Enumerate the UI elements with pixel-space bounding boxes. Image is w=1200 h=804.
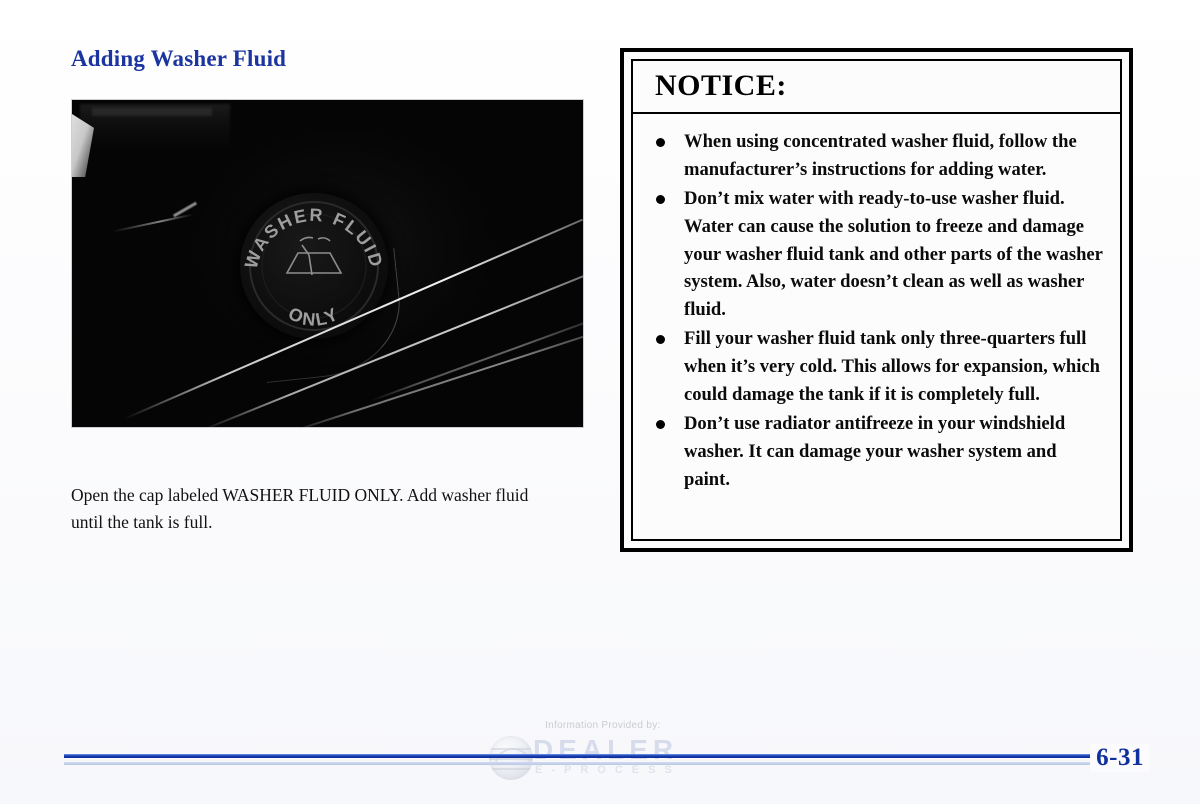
footer-rule-secondary [64,762,1136,765]
notice-bullet-item: Don’t mix water with ready-to-use washer… [651,185,1104,324]
notice-bullet-text: Don’t use radiator antifreeze in your wi… [684,412,1066,490]
bullet-icon [656,138,665,147]
notice-bullet-item: Fill your washer fluid tank only three-q… [651,325,1104,409]
notice-bullet-text: Don’t mix water with ready-to-use washer… [684,187,1103,321]
footer-rule-primary [64,754,1136,758]
notice-bullet-list: When using concentrated washer fluid, fo… [651,128,1104,494]
page-number: 6-31 [1090,744,1150,772]
photo-top-shadow-detail [92,108,212,116]
watermark-caption: Information Provided by: [545,720,661,731]
notice-bullet-text: When using concentrated washer fluid, fo… [684,131,1077,180]
notice-body: When using concentrated washer fluid, fo… [633,114,1120,539]
bullet-icon [656,335,665,345]
photo-caption: Open the cap labeled WASHER FLUID ONLY. … [71,484,529,532]
manual-page: Adding Washer Fluid WASHER FLUID ONLY Op… [0,0,1200,804]
notice-box: NOTICE: When using concentrated washer f… [620,48,1133,552]
notice-bullet-text: Fill your washer fluid tank only three-q… [684,328,1100,406]
notice-header: NOTICE: [633,61,1120,114]
page-title: Adding Washer Fluid [71,46,287,71]
page-footer: 6-31 [0,740,1200,804]
bullet-icon [656,419,665,429]
bullet-icon [656,194,665,204]
notice-bullet-item: Don’t use radiator antifreeze in your wi… [651,410,1104,494]
left-column: Adding Washer Fluid [71,46,586,71]
notice-bullet-item: When using concentrated washer fluid, fo… [651,128,1104,184]
washer-fluid-photo: WASHER FLUID ONLY [71,99,584,428]
notice-inner-frame: NOTICE: When using concentrated washer f… [631,59,1122,541]
notice-title: NOTICE: [655,69,787,102]
